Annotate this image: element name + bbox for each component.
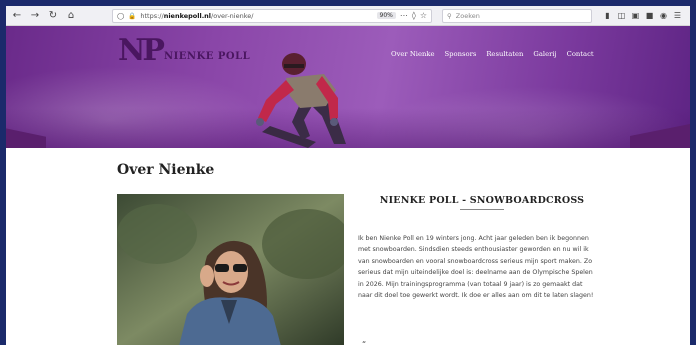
star-icon[interactable]: ☆ [420, 11, 427, 20]
reload-icon[interactable]: ↻ [46, 9, 60, 23]
extension-icon[interactable]: ◉ [659, 11, 668, 20]
nav-over-nienke[interactable]: Over Nienke [391, 50, 435, 58]
section-title: NIENKE POLL - SNOWBOARDCROSS [379, 195, 585, 206]
pocket-icon[interactable]: ◊ [412, 11, 416, 20]
back-icon[interactable]: ← [10, 9, 24, 23]
search-placeholder: Zoeken [455, 11, 480, 20]
nav-resultaten[interactable]: Resultaten [486, 50, 523, 58]
search-icon: ⚲ [447, 11, 452, 20]
sidebar-icon[interactable]: ◫ [617, 11, 626, 20]
zoom-level[interactable]: 90% [376, 12, 396, 19]
browser-window: ← → ↻ ⌂ ◯ 🔒 https://nienkepoll.nl/over-n… [6, 6, 690, 345]
home-icon[interactable]: ⌂ [64, 9, 78, 23]
main-nav: Over Nienke Sponsors Resultaten Galerij … [391, 50, 594, 58]
search-input[interactable]: ⚲ Zoeken [442, 8, 592, 23]
quote-icon: “ [362, 340, 367, 345]
url-text[interactable]: https://nienkepoll.nl/over-nienke/ [140, 12, 372, 20]
snowboarder-image [256, 53, 346, 148]
url-bar[interactable]: ◯ 🔒 https://nienkepoll.nl/over-nienke/ 9… [112, 8, 432, 23]
site-logo[interactable]: NP NIENKE POLL [118, 36, 250, 66]
nav-contact[interactable]: Contact [567, 50, 594, 58]
more-icon[interactable]: ⋯ [400, 11, 408, 20]
logo-mark: NP [118, 33, 165, 68]
nav-sponsors[interactable]: Sponsors [445, 50, 477, 58]
menu-icon[interactable]: ☰ [673, 11, 682, 20]
profile-photo [117, 194, 344, 345]
browser-toolbar: ← → ↻ ⌂ ◯ 🔒 https://nienkepoll.nl/over-n… [6, 6, 690, 26]
page-title: Over Nienke [117, 162, 215, 178]
logo-text: NIENKE POLL [163, 51, 251, 62]
shield-icon[interactable]: ◯ [117, 12, 124, 20]
extension-icon[interactable]: ■ [645, 11, 654, 20]
hero-banner: NP NIENKE POLL Over Nienke Sponsors Resu… [6, 26, 690, 148]
bio-text: Ik ben Nienke Poll en 19 winters jong. A… [358, 235, 594, 300]
title-divider [460, 209, 504, 210]
library-icon[interactable]: ▮ [603, 11, 612, 20]
nav-galerij[interactable]: Galerij [533, 50, 556, 58]
screenshot-icon[interactable]: ▣ [631, 11, 640, 20]
lock-icon: 🔒 [128, 11, 137, 20]
forward-icon[interactable]: → [28, 9, 42, 23]
